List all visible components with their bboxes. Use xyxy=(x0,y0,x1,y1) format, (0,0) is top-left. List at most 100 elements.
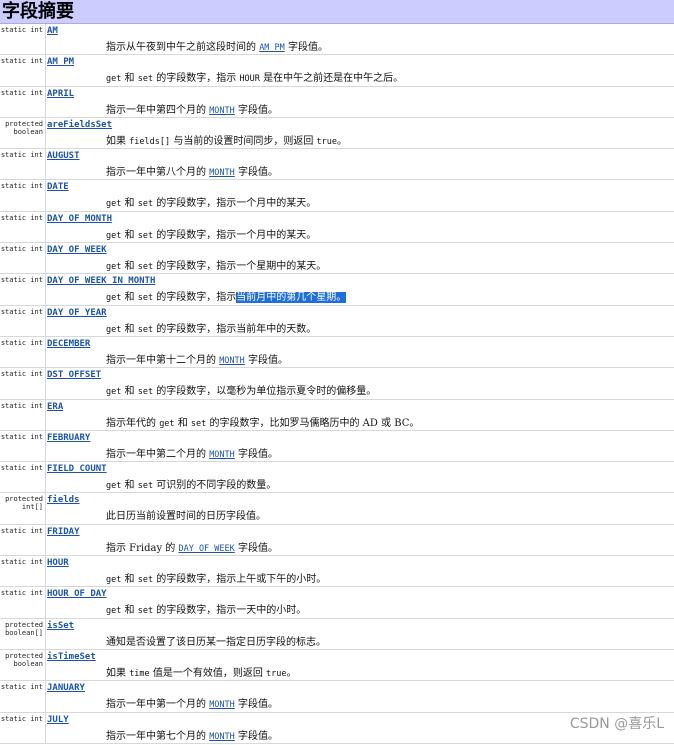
field-description: get 和 set 的字段数字，指示当前月中的第几个星期。 xyxy=(106,288,347,304)
field-name-link[interactable]: AM xyxy=(47,26,58,36)
description-text: 和 xyxy=(121,229,138,241)
field-modifier: static int xyxy=(0,589,43,598)
field-row: static int DAY_OF_WEEK_IN_MONTHget 和 set … xyxy=(0,274,674,306)
field-name-link[interactable]: JANUARY xyxy=(47,683,85,693)
field-row: static int APRIL 指示一年中第四个月的 MONTH 字段值。 xyxy=(0,86,674,118)
description-text: 和 xyxy=(121,605,138,617)
inline-code: time xyxy=(129,668,150,679)
field-row: protected int[] fields 此日历当前设置时间的日历字段值。 xyxy=(0,493,674,525)
field-row: static int AM_PM get 和 set 的字段数字，指示 HOUR 是… xyxy=(0,55,674,87)
field-description: get 和 set 的字段数字，指示一个星期中的某天。 xyxy=(106,257,326,272)
field-modifier: static int xyxy=(0,245,43,254)
inline-code: get xyxy=(106,74,122,85)
description-text: 的字段数字，指示上午或下午的小时。 xyxy=(153,574,327,586)
description-text: 指示一年中第二个月的 xyxy=(106,448,210,460)
field-name-link[interactable]: HOUR xyxy=(47,558,69,568)
field-name-link[interactable]: HOUR_OF_DAY xyxy=(47,589,107,599)
field-name-link[interactable]: ERA xyxy=(47,402,63,412)
field-description: get 和 set 的字段数字，指示上午或下午的小时。 xyxy=(106,570,326,585)
inline-code: get xyxy=(106,262,122,273)
field-description: get 和 set 的字段数字，指示一个月中的某天。 xyxy=(106,226,316,241)
field-description: 指示从午夜到中午之前这段时间的 AM_PM 字段值。 xyxy=(106,38,328,53)
field-name-link[interactable]: AM_PM xyxy=(47,57,74,67)
field-description: get 和 set 的字段数字，指示 HOUR 是在中午之前还是在中午之后。 xyxy=(106,69,403,84)
column-divider xyxy=(45,86,46,117)
column-divider xyxy=(45,493,46,524)
description-text: 指示一年中第四个月的 xyxy=(106,104,210,116)
field-name-link[interactable]: JULY xyxy=(47,715,69,725)
inline-code: true xyxy=(266,668,287,679)
description-text: 和 xyxy=(121,480,138,492)
field-name-link[interactable]: FIELD_COUNT xyxy=(47,464,107,474)
description-text: 的字段数字，比如罗马儒略历中的 AD 或 BC。 xyxy=(206,417,420,429)
field-name-link[interactable]: DAY_OF_MONTH xyxy=(47,214,112,224)
field-name-link[interactable]: DATE xyxy=(47,182,69,192)
field-modifier: static int xyxy=(0,213,43,222)
description-text: 和 xyxy=(121,73,138,85)
column-divider xyxy=(45,587,46,618)
field-name-link[interactable]: areFieldsSet xyxy=(47,120,112,130)
inline-code: fields[] xyxy=(129,136,171,147)
inline-link[interactable]: DAY_OF_WEEK xyxy=(178,544,234,554)
field-description: 指示一年中第四个月的 MONTH 字段值。 xyxy=(106,101,278,116)
inline-code: set xyxy=(137,575,154,586)
field-description: 此日历当前设置时间的日历字段值。 xyxy=(106,507,266,522)
field-description: 指示一年中第七个月的 MONTH 字段值。 xyxy=(106,727,278,742)
inline-link[interactable]: AM_PM xyxy=(259,43,285,53)
inline-link[interactable]: MONTH xyxy=(209,106,235,116)
column-divider xyxy=(45,399,46,430)
field-name-link[interactable]: DAY_OF_WEEK_IN_MONTH xyxy=(47,276,155,286)
description-text: 字段值。 xyxy=(234,699,278,711)
inline-link[interactable]: MONTH xyxy=(209,732,235,742)
inline-code: set xyxy=(137,606,154,617)
description-text: 的字段数字，指示当前年中的天数。 xyxy=(153,323,317,335)
field-description: get 和 set 可识别的不同字段的数量。 xyxy=(106,476,276,491)
description-text: 的字段数字，指示一个月中的某天。 xyxy=(153,198,317,210)
inline-code: get xyxy=(106,199,122,210)
field-name-link[interactable]: isTimeSet xyxy=(47,652,96,662)
inline-code: set xyxy=(137,481,154,492)
column-divider xyxy=(45,649,46,681)
field-name-link[interactable]: FEBRUARY xyxy=(47,433,90,443)
description-text: 和 xyxy=(121,198,138,210)
description-text: 的字段数字，指示 xyxy=(153,292,237,304)
description-text: 和 xyxy=(121,574,138,586)
field-name-link[interactable]: APRIL xyxy=(47,89,74,99)
description-text: 的字段数字，指示一个星期中的某天。 xyxy=(153,261,327,273)
field-name-link[interactable]: DAY_OF_WEEK xyxy=(47,245,107,255)
description-text: 字段值。 xyxy=(234,542,278,554)
field-name-link[interactable]: isSet xyxy=(47,621,74,631)
inline-code: get xyxy=(106,230,122,241)
field-name-link[interactable]: fields xyxy=(47,495,80,505)
field-modifier: static int xyxy=(0,714,43,723)
inline-link[interactable]: MONTH xyxy=(209,700,235,710)
field-modifier: static int xyxy=(0,338,43,347)
description-text: 如果 xyxy=(106,667,130,679)
inline-link[interactable]: MONTH xyxy=(209,168,235,178)
field-name-link[interactable]: FRIDAY xyxy=(47,527,80,537)
field-name-link[interactable]: DAY_OF_YEAR xyxy=(47,308,107,318)
field-modifier: static int xyxy=(0,276,43,285)
field-name-link[interactable]: AUGUST xyxy=(47,151,80,161)
field-row: static int JANUARY 指示一年中第一个月的 MONTH 字段值。 xyxy=(0,681,674,713)
inline-code: true xyxy=(316,136,337,147)
inline-link[interactable]: MONTH xyxy=(219,356,245,366)
column-divider xyxy=(45,462,46,493)
field-name-link[interactable]: DECEMBER xyxy=(47,339,90,349)
field-description: 指示一年中第八个月的 MONTH 字段值。 xyxy=(106,163,278,178)
column-divider xyxy=(45,681,46,712)
description-text: 和 xyxy=(121,386,138,398)
field-description: get 和 set 的字段数字，指示当前年中的天数。 xyxy=(106,320,316,335)
description-text: 指示一年中第一个月的 xyxy=(106,699,210,711)
inline-link[interactable]: MONTH xyxy=(209,450,235,460)
field-modifier: static int xyxy=(0,683,43,692)
column-divider xyxy=(45,618,46,649)
field-description: 指示 Friday 的 DAY_OF_WEEK 字段值。 xyxy=(106,539,278,554)
description-text: 字段值。 xyxy=(234,730,278,742)
field-modifier: static int xyxy=(0,464,43,473)
field-description: get 和 set 的字段数字，以毫秒为单位指示夏令时的偏移量。 xyxy=(106,382,376,397)
field-name-link[interactable]: DST_OFFSET xyxy=(47,370,101,380)
column-divider xyxy=(45,149,46,180)
inline-code: get xyxy=(106,575,122,586)
description-text: 指示年代的 xyxy=(106,417,160,429)
